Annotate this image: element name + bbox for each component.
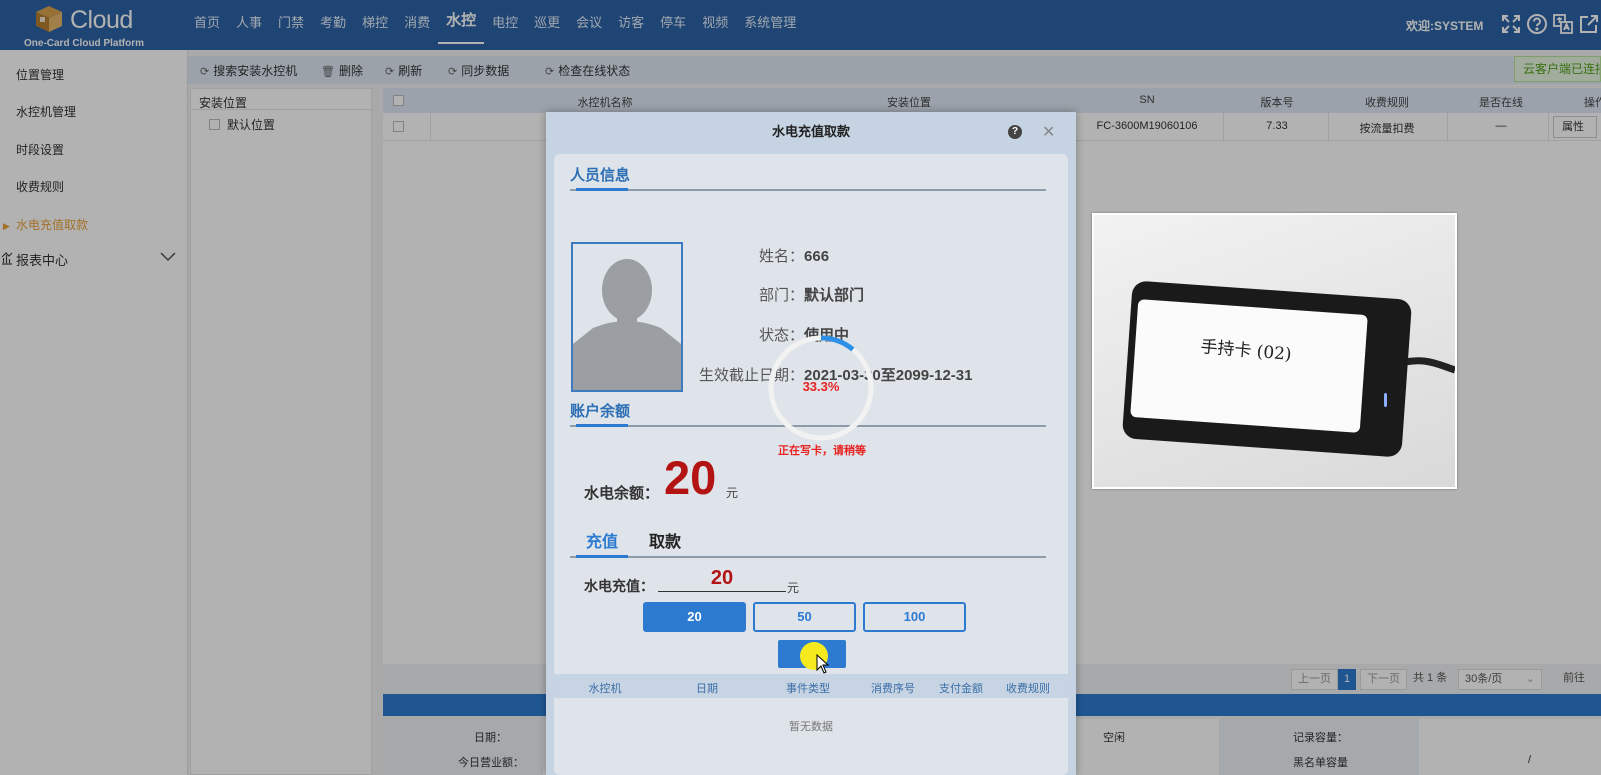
- records-table-header: 水控机 日期 事件类型 消费序号 支付金额 收费规则: [554, 674, 1068, 698]
- no-data-text: 暂无数据: [789, 721, 833, 733]
- amount-20-button[interactable]: 20: [643, 602, 746, 632]
- writing-card-message: 正在写卡，请稍等: [778, 445, 866, 457]
- tab-withdraw[interactable]: 取款: [649, 528, 681, 552]
- rec-col-amount: 支付金额: [939, 683, 983, 695]
- dept-row: 部门：默认部门: [759, 284, 864, 305]
- balance-value: 20: [664, 451, 717, 504]
- amount-100-button[interactable]: 100: [863, 602, 966, 632]
- rec-col-date: 日期: [696, 683, 718, 695]
- question-icon[interactable]: ?: [1008, 125, 1022, 139]
- progress-percent: 33.3%: [802, 379, 840, 394]
- tab-recharge[interactable]: 充值: [586, 528, 618, 552]
- rec-col-rule: 收费规则: [1006, 683, 1050, 695]
- rec-col-seq: 消费序号: [871, 683, 915, 695]
- tab-active-underline: [576, 555, 628, 558]
- amount-50-button[interactable]: 50: [753, 602, 856, 632]
- mouse-pointer-icon: [816, 654, 830, 674]
- account-balance-heading: 账户余额: [570, 403, 631, 420]
- balance-label: 水电余额：: [584, 485, 660, 502]
- avatar: [571, 242, 683, 392]
- name-value: 666: [804, 248, 830, 265]
- rec-col-event: 事件类型: [786, 683, 830, 695]
- person-silhouette-icon: [573, 259, 681, 390]
- modal-body: 人员信息 姓名：666 部门：默认部门 状态：使用中 生效截止日期：2021-0…: [554, 154, 1068, 775]
- recharge-label: 水电充值：: [584, 578, 654, 594]
- name-label: 姓名：: [759, 248, 805, 265]
- rec-col-machine: 水控机: [588, 683, 622, 695]
- balance-unit: 元: [726, 486, 739, 500]
- section-underline: [576, 188, 628, 191]
- dept-label: 部门：: [759, 287, 805, 304]
- close-icon[interactable]: ✕: [1042, 122, 1055, 142]
- person-info-heading: 人员信息: [570, 167, 631, 184]
- section-divider: [570, 189, 1046, 191]
- name-row: 姓名：666: [759, 245, 829, 266]
- modal-title: 水电充值取款: [771, 124, 850, 139]
- dept-value: 默认部门: [804, 287, 865, 304]
- card-reader-photo: 手持卡 (02): [1092, 213, 1457, 489]
- recharge-unit: 元: [787, 581, 800, 595]
- recharge-amount-input[interactable]: [658, 566, 786, 592]
- section-underline: [576, 424, 628, 427]
- tab-divider: [570, 556, 1046, 558]
